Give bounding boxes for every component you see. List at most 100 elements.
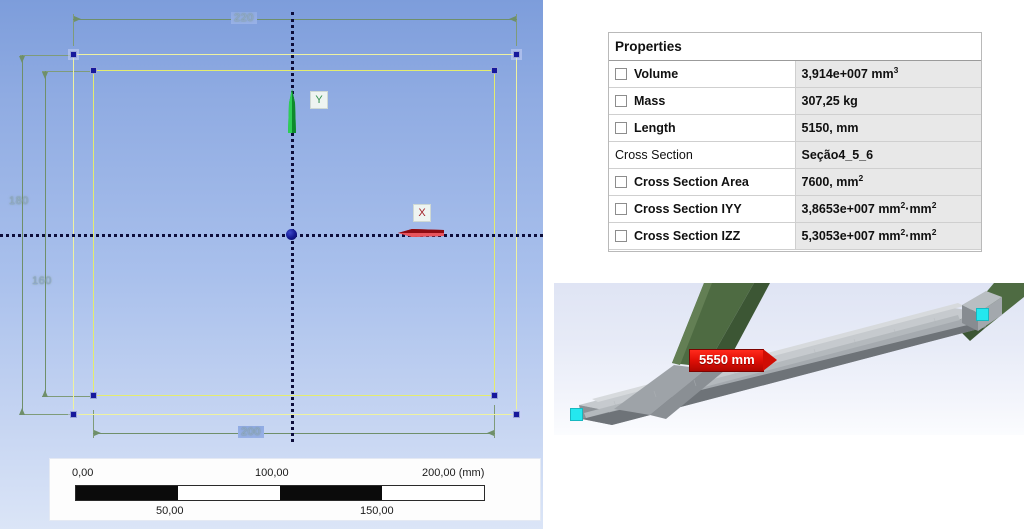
sketch-point-outer-tr[interactable] — [513, 51, 520, 58]
scale-bar: 0,00 100,00 200,00 (mm) 50,00 150,00 — [49, 458, 541, 521]
property-value-cell: 3,914e+007 mm3 — [794, 60, 981, 88]
dim-arrow-left-outer-bottom — [19, 408, 25, 415]
property-label-cell: Cross Section — [609, 141, 795, 169]
axis-construction-horizontal — [0, 234, 543, 237]
property-label-cell: Volume — [609, 60, 795, 88]
property-value-cell: 307,25 kg — [794, 87, 981, 115]
property-value-tail-exponent: 2 — [931, 227, 937, 238]
property-value-tail-exponent: 2 — [931, 200, 937, 211]
property-value: 307,25 kg — [801, 93, 858, 108]
property-value-cell: 7600, mm2 — [794, 168, 981, 196]
scale-seg-4 — [382, 486, 484, 500]
dimension-top-220[interactable]: 220 — [231, 12, 257, 24]
dimension-left-160[interactable]: 160 — [32, 275, 52, 287]
sketch-point-outer-bl[interactable] — [70, 411, 77, 418]
property-value-tail: ·mm — [905, 229, 932, 244]
dim-arrow-left-outer-top — [19, 56, 25, 63]
property-label-cell: Cross Section Area — [609, 168, 795, 196]
table-row: Cross Section Seção4_5_6 — [609, 141, 981, 169]
sketch-point-outer-br[interactable] — [513, 411, 520, 418]
table-row: Volume 3,914e+007 mm3 — [609, 60, 981, 88]
y-axis-arrow-icon — [285, 89, 299, 135]
endcap-marker-left[interactable] — [570, 408, 583, 421]
sketch-viewport[interactable]: 220 200 180 160 Y X 0,00 100,00 200,00 (… — [0, 0, 543, 529]
property-label-cell: Mass — [609, 87, 795, 115]
property-label: Length — [634, 120, 676, 135]
dim-arrow-top-left — [74, 16, 81, 22]
measurement-tooltip-arrow — [762, 349, 777, 371]
dim-arrow-bottom-left — [94, 430, 101, 436]
property-label-cell: Cross Section IYY — [609, 195, 795, 223]
checkbox-mass[interactable] — [615, 94, 627, 107]
scale-tick-0: 0,00 — [72, 467, 94, 479]
measurement-tooltip[interactable]: 5550 mm — [689, 348, 777, 372]
axis-construction-vertical — [291, 12, 294, 442]
dim-line-top — [73, 19, 517, 20]
sketch-point-inner-br[interactable] — [491, 392, 498, 399]
ext-line-left-outer-bottom — [20, 414, 75, 415]
sketch-point-inner-tl[interactable] — [90, 67, 97, 74]
checkbox-cross-section-izz[interactable] — [615, 229, 627, 242]
property-value-cell: 5,3053e+007 mm2·mm2 — [794, 222, 981, 250]
scale-seg-3 — [280, 486, 382, 500]
properties-table: Properties Volume 3,914e+007 mm3 Mass 307,2… — [609, 33, 981, 250]
sketch-origin-point[interactable] — [286, 229, 297, 240]
scale-seg-2 — [178, 486, 280, 500]
dim-arrow-left-inner-top — [42, 72, 48, 79]
dim-arrow-left-inner-bottom — [42, 390, 48, 397]
property-label: Cross Section IYY — [634, 201, 742, 216]
endcap-marker-right[interactable] — [976, 308, 989, 321]
sketch-point-inner-bl[interactable] — [90, 392, 97, 399]
property-label: Cross Section Area — [634, 174, 749, 189]
dimension-bottom-200[interactable]: 200 — [238, 426, 264, 438]
properties-body: Volume 3,914e+007 mm3 Mass 307,25 kg Length 5… — [609, 60, 981, 250]
checkbox-volume[interactable] — [615, 67, 627, 80]
property-value: 3,8653e+007 mm — [801, 202, 901, 217]
property-value-exponent: 2 — [858, 173, 864, 184]
properties-title: Properties — [609, 33, 981, 61]
sketch-point-outer-tl[interactable] — [70, 51, 77, 58]
property-label: Cross Section IZZ — [634, 228, 741, 243]
property-label-cell: Length — [609, 114, 795, 142]
y-axis-label: Y — [310, 91, 328, 109]
scale-tick-50: 50,00 — [156, 505, 184, 517]
property-label: Cross Section — [615, 147, 693, 162]
sketch-point-inner-tr[interactable] — [491, 67, 498, 74]
scale-tick-200-unit: 200,00 (mm) — [422, 467, 485, 479]
property-label: Volume — [634, 66, 679, 81]
checkbox-cross-section-area[interactable] — [615, 175, 627, 188]
property-value-cell: 3,8653e+007 mm2·mm2 — [794, 195, 981, 223]
scale-tick-100: 100,00 — [255, 467, 289, 479]
property-value: 3,914e+007 mm — [801, 67, 894, 82]
measurement-tooltip-label: 5550 mm — [689, 348, 764, 372]
property-value-cell: Seção4_5_6 — [794, 141, 981, 169]
property-label: Mass — [634, 93, 666, 108]
beam-3d-preview[interactable]: 5550 mm — [554, 283, 1024, 435]
property-value: Seção4_5_6 — [801, 147, 874, 162]
dimension-left-180[interactable]: 180 — [9, 195, 29, 207]
app-root: 220 200 180 160 Y X 0,00 100,00 200,00 (… — [0, 0, 1024, 529]
dim-arrow-top-right — [509, 16, 516, 22]
scale-bar-graphic — [75, 485, 485, 501]
dim-line-bottom — [93, 433, 495, 434]
checkbox-length[interactable] — [615, 121, 627, 134]
property-value-cell: 5150, mm — [794, 114, 981, 142]
x-axis-arrow-icon — [398, 226, 446, 240]
property-value: 5,3053e+007 mm — [801, 229, 901, 244]
x-axis-label: X — [413, 204, 431, 222]
property-value-tail: ·mm — [905, 202, 932, 217]
properties-panel: Properties Volume 3,914e+007 mm3 Mass 307,2… — [608, 32, 982, 252]
property-value-exponent: 3 — [893, 65, 899, 76]
dim-arrow-bottom-right — [487, 430, 494, 436]
property-value: 7600, mm — [801, 175, 859, 190]
checkbox-cross-section-iyy[interactable] — [615, 202, 627, 215]
beam-3d-geometry — [579, 283, 1024, 425]
scale-tick-150: 150,00 — [360, 505, 394, 517]
properties-header-row: Properties — [609, 33, 981, 61]
table-row: Mass 307,25 kg — [609, 87, 981, 115]
table-row: Length 5150, mm — [609, 114, 981, 142]
table-row: Cross Section Area 7600, mm2 — [609, 168, 981, 196]
scale-seg-1 — [76, 486, 178, 500]
property-label-cell: Cross Section IZZ — [609, 222, 795, 250]
table-row: Cross Section IYY 3,8653e+007 mm2·mm2 — [609, 195, 981, 223]
